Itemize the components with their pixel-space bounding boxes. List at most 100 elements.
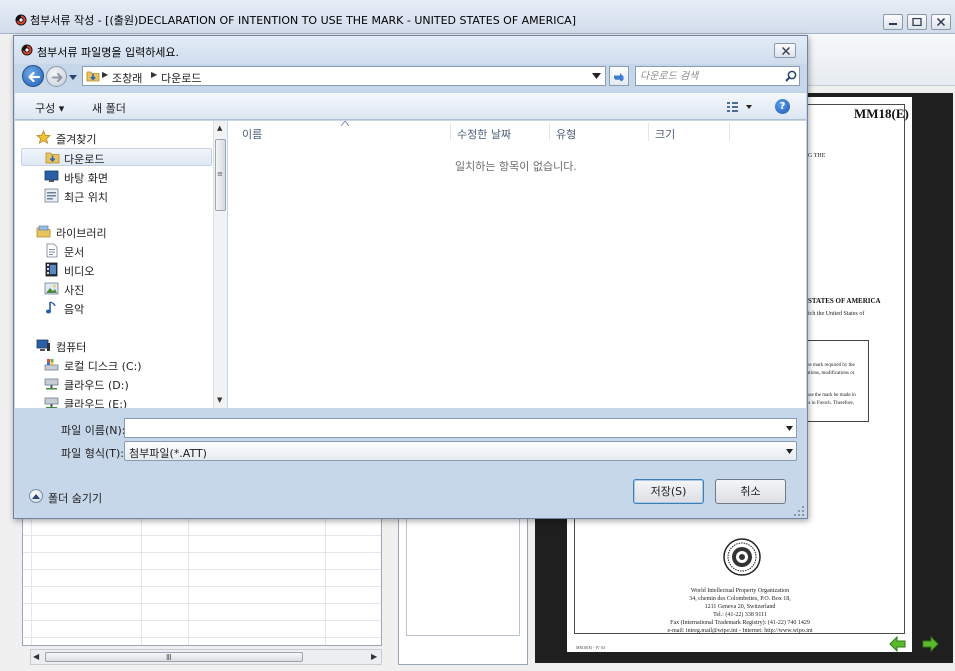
column-header-date-modified[interactable]: 수정한 날짜 — [457, 126, 511, 142]
column-divider[interactable] — [450, 123, 451, 141]
parent-close-button[interactable] — [931, 14, 951, 30]
scroll-right-icon[interactable]: ▶ — [371, 652, 377, 661]
document-footer-line: 1211 Geneva 20, Switzerland — [704, 604, 776, 610]
file-list[interactable]: 이름 수정한 날짜 유형 크기 일치하는 항목이 없습니다. — [228, 121, 806, 408]
nav-item-label: 문서 — [64, 246, 85, 259]
nav-header-computer[interactable]: 컴퓨터 — [36, 337, 206, 355]
back-button[interactable] — [22, 65, 44, 87]
document-heading: STATES OF AMERICA — [808, 297, 881, 305]
new-folder-button[interactable]: 새 폴더 — [92, 100, 126, 116]
downloads-folder-icon — [45, 152, 60, 164]
chevron-down-icon[interactable] — [592, 73, 601, 79]
grid-line — [188, 519, 189, 645]
nav-item-label: 바탕 화면 — [64, 172, 108, 185]
grid-horizontal-scrollbar[interactable]: ◀ Ⅲ ▶ — [30, 649, 382, 665]
document-boxed-section: he mark required by the ations, modifica… — [806, 340, 869, 422]
close-icon — [781, 47, 791, 55]
help-icon[interactable]: ? — [775, 99, 790, 114]
column-header-type[interactable]: 유형 — [556, 126, 576, 142]
chevron-down-icon[interactable] — [786, 426, 793, 431]
nav-item-label: 다운로드 — [64, 153, 105, 166]
wipo-seal-icon — [723, 538, 761, 576]
breadcrumb-chevron-icon[interactable]: ▶ — [151, 70, 157, 79]
nav-item-downloads[interactable]: 다운로드 — [21, 148, 212, 166]
file-type-select[interactable]: 첨부파일(*.ATT) — [124, 441, 797, 461]
nav-item-label: 비디오 — [64, 265, 95, 278]
scrollbar-thumb[interactable]: ≡ — [215, 139, 226, 211]
forward-button[interactable] — [46, 66, 67, 87]
maximize-button[interactable] — [907, 14, 927, 30]
command-bar: 구성 ▾ 새 폴더 ? — [15, 92, 806, 120]
nav-item-pictures[interactable]: 사진 — [44, 280, 204, 298]
parent-title-bar: 첨부서류 작성 - [(출원)DECLARATION OF INTENTION … — [0, 0, 955, 34]
file-type-label: 파일 형식(T): — [61, 447, 124, 460]
nav-item-cloud-d[interactable]: 클라우드 (D:) — [44, 375, 209, 393]
nav-item-label: 로컬 디스크 (C:) — [64, 360, 142, 373]
resize-grip-icon[interactable] — [794, 506, 805, 517]
nav-header-favorites[interactable]: 즐겨찾기 — [36, 129, 206, 147]
document-text: use the mark be made in — [807, 393, 856, 398]
scroll-up-icon[interactable]: ▲ — [217, 124, 222, 132]
search-input[interactable] — [640, 69, 778, 83]
nav-header-libraries[interactable]: 라이브러리 — [36, 223, 206, 241]
save-button[interactable]: 저장(S) — [633, 479, 704, 504]
file-type-value: 첨부파일(*.ATT) — [129, 447, 207, 460]
empty-list-message: 일치하는 항목이 없습니다. — [455, 160, 577, 173]
nav-header-label: 라이브러리 — [56, 227, 107, 240]
search-box[interactable] — [635, 66, 800, 86]
file-name-combobox[interactable] — [124, 418, 797, 438]
cancel-button[interactable]: 취소 — [715, 479, 786, 504]
music-icon — [45, 301, 56, 314]
back-arrow-icon — [28, 71, 41, 83]
recent-pages-dropdown-icon[interactable] — [69, 73, 77, 81]
address-bar[interactable]: ▶ 조창래 ▶ 다운로드 — [82, 66, 606, 86]
breadcrumb-chevron-icon[interactable]: ▶ — [102, 70, 108, 79]
document-footer-line: e-mail: intreg.mail@wipo.int - Internet:… — [667, 628, 813, 634]
nav-item-label: 음악 — [64, 303, 85, 316]
nav-item-cloud-e[interactable]: 클라우드 (E:) — [44, 394, 209, 408]
document-footer-line: Tel.: (41-22) 338 9111 — [713, 612, 767, 618]
scroll-down-icon[interactable]: ▼ — [217, 396, 222, 404]
dialog-title-bar[interactable]: 첨부서류 파일명을 입력하세요. — [14, 36, 807, 64]
column-header-size[interactable]: 크기 — [655, 126, 675, 142]
column-header-name[interactable]: 이름 — [242, 126, 262, 142]
grid-line — [23, 603, 381, 604]
search-icon[interactable] — [785, 70, 797, 82]
navigation-pane[interactable]: 즐겨찾기 다운로드 바탕 화면 최근 위치 라이브러리 문서 비디오 사진 음악… — [15, 121, 227, 408]
file-name-input[interactable] — [128, 421, 768, 435]
nav-item-desktop[interactable]: 바탕 화면 — [44, 168, 204, 186]
navigation-pane-scrollbar[interactable]: ▲ ≡ ▼ — [213, 121, 227, 408]
nav-item-music[interactable]: 음악 — [44, 299, 204, 317]
nav-item-videos[interactable]: 비디오 — [44, 261, 204, 279]
parent-toolbar — [806, 34, 955, 86]
app-logo-icon — [21, 44, 33, 59]
minimize-button[interactable] — [883, 14, 903, 30]
nav-item-local-disk-c[interactable]: 로컬 디스크 (C:) — [44, 356, 209, 374]
scrollbar-thumb[interactable]: Ⅲ — [45, 652, 303, 662]
column-divider[interactable] — [648, 123, 649, 141]
grid-line — [23, 535, 381, 536]
breadcrumb-segment[interactable]: 조창래 — [112, 70, 142, 86]
network-drive-icon — [44, 397, 59, 408]
refresh-button[interactable] — [609, 66, 629, 86]
nav-item-documents[interactable]: 문서 — [44, 242, 204, 260]
nav-item-label: 클라우드 (D:) — [64, 379, 129, 392]
scroll-left-icon[interactable]: ◀ — [33, 652, 39, 661]
grid-line — [23, 637, 381, 638]
next-page-icon[interactable] — [922, 636, 939, 652]
grip-icon: Ⅲ — [166, 653, 172, 662]
document-text: he mark required by the — [807, 363, 855, 368]
dialog-close-button[interactable] — [774, 43, 796, 58]
attachment-grid[interactable] — [22, 518, 382, 646]
previous-page-icon[interactable] — [889, 636, 906, 652]
nav-item-recent-places[interactable]: 최근 위치 — [44, 187, 204, 205]
breadcrumb-segment-current[interactable]: 다운로드 — [161, 70, 201, 86]
grid-line — [23, 620, 381, 621]
nav-header-label: 즐겨찾기 — [56, 133, 97, 146]
column-divider[interactable] — [549, 123, 550, 141]
organize-menu-button[interactable]: 구성 ▾ — [35, 100, 64, 116]
column-divider[interactable] — [729, 123, 730, 141]
nav-item-label: 사진 — [64, 284, 85, 297]
chevron-down-icon — [786, 449, 793, 454]
change-view-icon[interactable] — [725, 99, 755, 115]
